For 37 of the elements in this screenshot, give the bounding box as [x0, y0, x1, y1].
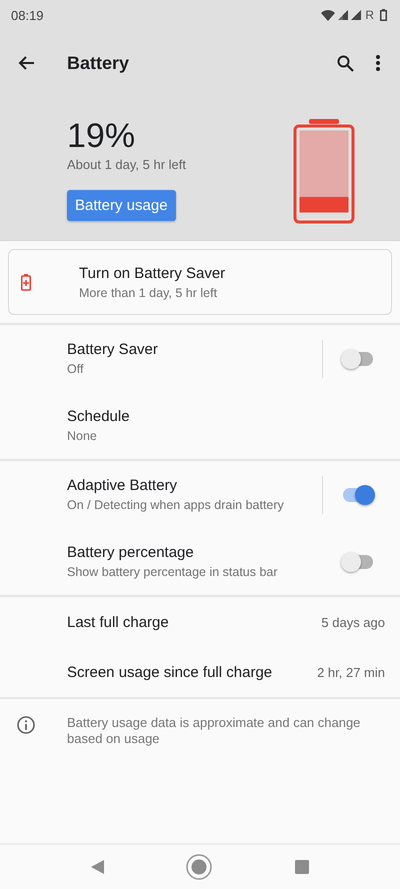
battery-estimate: About 1 day, 5 hr left	[67, 157, 186, 172]
setting-summary: None	[67, 429, 98, 443]
battery-usage-button[interactable]: Battery usage	[67, 190, 176, 221]
signal-icon	[338, 10, 348, 20]
setting-summary: Show battery percentage in status bar	[67, 565, 279, 579]
page-title: Battery	[67, 52, 130, 74]
square-icon	[294, 860, 309, 874]
setting-title: Last full charge	[67, 614, 170, 630]
setting-value: 2 hr, 27 min	[317, 664, 385, 680]
more-options-icon	[376, 55, 380, 71]
info-text: Battery usage data is approximate and can change based on usage	[67, 715, 362, 747]
battery-saver-suggestion[interactable]: Turn on Battery Saver More than 1 day, 5 hr left	[8, 249, 392, 315]
setting-title: Battery Saver	[67, 341, 159, 358]
setting-summary: Off	[67, 362, 84, 376]
network-type: R	[365, 8, 374, 22]
setting-title: Battery percentage	[67, 544, 195, 561]
clock-time: 08:19	[11, 8, 44, 22]
setting-value: 5 days ago	[321, 614, 385, 630]
setting-title: Adaptive Battery	[67, 477, 178, 494]
toggle-switch[interactable]	[341, 348, 375, 368]
battery-icon	[380, 9, 387, 21]
search-icon	[337, 54, 354, 72]
setting-title: Screen usage since full charge	[67, 664, 274, 680]
suggestion-summary: More than 1 day, 5 hr left	[79, 286, 218, 300]
back-triangle-icon	[91, 860, 104, 874]
signal-icon	[351, 10, 362, 20]
suggestion-title: Turn on Battery Saver	[79, 264, 226, 282]
setting-title: Schedule	[67, 408, 131, 425]
wifi-icon	[321, 10, 336, 20]
home-circle-icon	[186, 854, 212, 880]
setting-summary: On / Detecting when apps drain battery	[67, 498, 285, 512]
back-arrow-icon	[18, 55, 35, 71]
toggle-switch[interactable]	[341, 484, 375, 504]
battery-percentage: 19%	[67, 116, 136, 156]
info-icon	[17, 716, 35, 734]
toggle-switch[interactable]	[341, 552, 375, 572]
battery-plus-icon	[21, 274, 31, 290]
